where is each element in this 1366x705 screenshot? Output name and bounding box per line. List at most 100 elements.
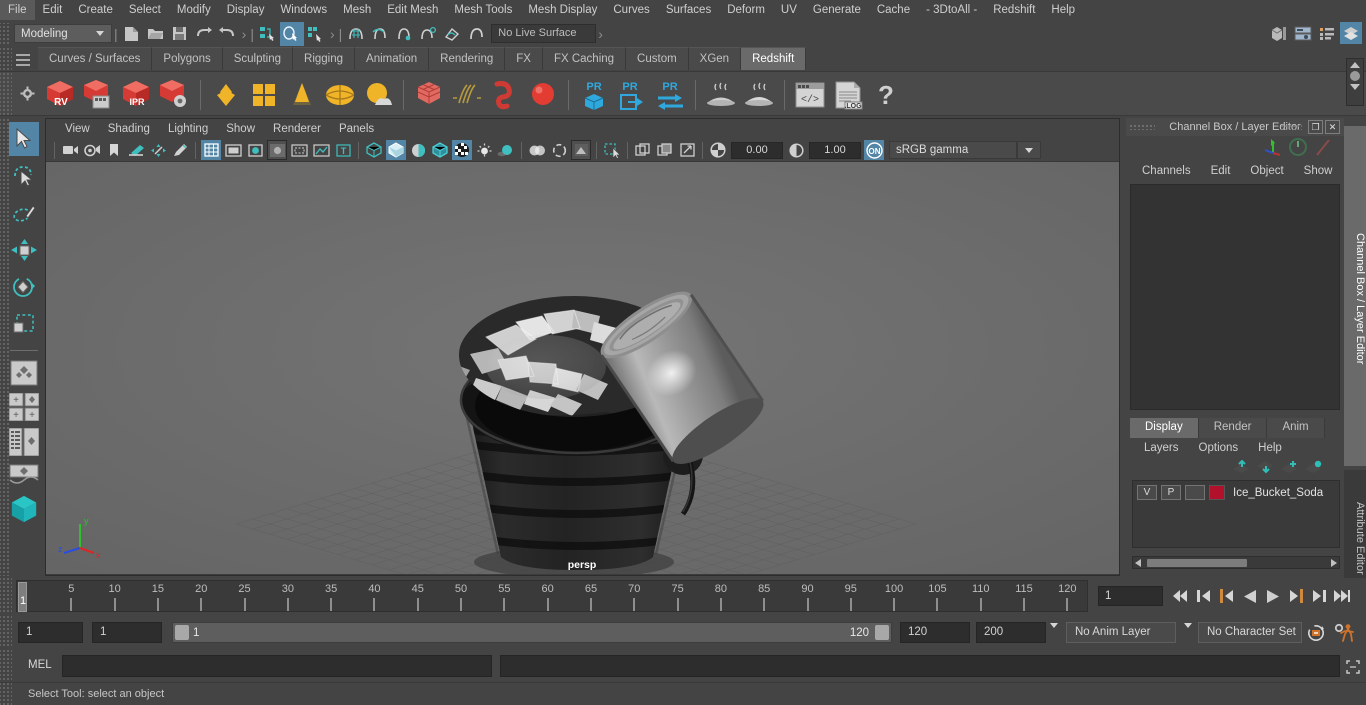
shelf-tab-fx-caching[interactable]: FX Caching <box>542 47 627 70</box>
gamma-field[interactable]: 1.00 <box>809 141 861 159</box>
layer-tab-anim[interactable]: Anim <box>1267 418 1325 438</box>
step-back-key-icon[interactable] <box>1218 586 1236 606</box>
playback-end-field[interactable]: 120 <box>900 622 970 643</box>
redshift-render-sequence-icon[interactable] <box>80 75 118 115</box>
outliner-persp-layout[interactable] <box>9 426 39 458</box>
viewport-menu-show[interactable]: Show <box>217 123 264 135</box>
shaded-wireframe-icon[interactable] <box>430 140 450 160</box>
character-set-selector[interactable]: No Character Set <box>1198 622 1302 643</box>
snap-to-grid-icon[interactable] <box>344 22 368 46</box>
close-icon[interactable]: ✕ <box>1325 120 1340 134</box>
layer-list-scrollbar[interactable] <box>1132 556 1340 569</box>
range-left-handle[interactable] <box>175 625 189 640</box>
command-output[interactable] <box>500 655 1340 677</box>
layer-visibility-toggle[interactable]: V <box>1137 485 1157 500</box>
expand-script-editor-icon[interactable] <box>1346 660 1360 677</box>
playback-start-field[interactable]: 1 <box>92 622 162 643</box>
shelf-tab-animation[interactable]: Animation <box>355 47 430 70</box>
character-set-chevron-down-icon[interactable] <box>1184 623 1192 640</box>
panel-vertical-scroller[interactable] <box>1346 58 1364 106</box>
auto-keyframe-icon[interactable] <box>1306 624 1326 645</box>
menu-generate[interactable]: Generate <box>805 0 869 20</box>
redshift-ipr-icon[interactable]: IPR <box>118 75 156 115</box>
layer-shading-toggle[interactable] <box>1185 485 1205 500</box>
select-by-object-type-icon[interactable] <box>279 21 304 46</box>
vertical-tab-channel-box[interactable]: Channel Box / Layer Editor <box>1344 126 1366 466</box>
snap-to-point-icon[interactable] <box>392 22 416 46</box>
menu-surfaces[interactable]: Surfaces <box>658 0 719 20</box>
animation-start-field[interactable]: 1 <box>18 622 83 643</box>
menu-redshift[interactable]: Redshift <box>985 0 1043 20</box>
menu-cache[interactable]: Cache <box>869 0 918 20</box>
diagonal-marker-icon[interactable] <box>1314 137 1332 160</box>
select-camera-icon[interactable] <box>60 140 80 160</box>
safe-title-icon[interactable]: T <box>333 140 353 160</box>
layer-playback-toggle[interactable]: P <box>1161 485 1181 500</box>
four-view-layout[interactable]: + + + <box>9 392 39 422</box>
shelf-tab-polygons[interactable]: Polygons <box>152 47 223 70</box>
range-slider-grip[interactable] <box>0 616 12 648</box>
menu-set-selector[interactable]: Modeling <box>14 24 112 43</box>
xray-icon[interactable] <box>633 140 653 160</box>
multisample-icon[interactable] <box>571 140 591 160</box>
shelf-tab-curves-surfaces[interactable]: Curves / Surfaces <box>38 47 153 70</box>
go-to-start-icon[interactable] <box>1172 586 1190 606</box>
quick-axis-icon[interactable] <box>1262 137 1284 160</box>
safe-action-icon[interactable] <box>311 140 331 160</box>
menu-windows[interactable]: Windows <box>272 0 335 20</box>
show-hide-attribute-editor-icon[interactable] <box>1292 22 1314 44</box>
show-hide-modeling-toolkit-icon[interactable] <box>1268 22 1290 44</box>
open-scene-icon[interactable] <box>144 22 168 46</box>
show-hide-channel-box-icon[interactable] <box>1340 22 1362 44</box>
save-scene-icon[interactable] <box>168 22 192 46</box>
redshift-script-editor-icon[interactable]: </> <box>791 75 829 115</box>
menu-help[interactable]: Help <box>1043 0 1083 20</box>
smooth-shade-icon[interactable] <box>386 140 406 160</box>
shelf-tab-xgen[interactable]: XGen <box>688 47 742 70</box>
redshift-area-light-icon[interactable] <box>245 75 283 115</box>
ambient-occlusion-icon[interactable] <box>527 140 547 160</box>
snap-to-curve-icon[interactable] <box>368 22 392 46</box>
undo-icon[interactable] <box>192 22 216 46</box>
snap-to-view-plane-icon[interactable] <box>440 22 464 46</box>
step-forward-key-icon[interactable] <box>1287 586 1305 606</box>
film-gate-icon[interactable] <box>223 140 243 160</box>
viewport-3d-canvas[interactable]: persp y x z <box>46 162 1119 574</box>
layer-menu-help[interactable]: Help <box>1248 442 1292 454</box>
select-tool[interactable] <box>9 122 39 156</box>
animation-preferences-icon[interactable] <box>1334 623 1356 646</box>
shelf-tab-rendering[interactable]: Rendering <box>429 47 506 70</box>
menu-create[interactable]: Create <box>70 0 121 20</box>
command-language-label[interactable]: MEL <box>28 659 52 671</box>
select-by-component-type-icon[interactable] <box>304 22 328 46</box>
help-line-grip[interactable] <box>0 683 12 705</box>
create-layer-from-selected-icon[interactable] <box>1304 460 1322 477</box>
play-backwards-icon[interactable] <box>1241 586 1259 606</box>
scroll-right-icon[interactable] <box>1331 558 1337 567</box>
viewport-menu-panels[interactable]: Panels <box>330 123 383 135</box>
lasso-select-tool[interactable] <box>9 159 39 193</box>
anim-layer-chevron-down-icon[interactable] <box>1050 623 1058 640</box>
redshift-render-settings-icon[interactable] <box>156 75 194 115</box>
channel-menu-edit[interactable]: Edit <box>1201 165 1241 177</box>
redshift-ies-light-icon[interactable] <box>283 75 321 115</box>
camera-attributes-icon[interactable] <box>82 140 102 160</box>
channel-box-content[interactable] <box>1130 184 1340 410</box>
scale-tool[interactable] <box>9 307 39 341</box>
select-by-hierarchy-icon[interactable] <box>256 22 280 46</box>
shelf-row-grip[interactable] <box>0 72 12 117</box>
redshift-proxy-icon[interactable] <box>410 75 448 115</box>
go-to-end-icon[interactable] <box>1333 586 1351 606</box>
redshift-sphere-icon[interactable] <box>524 75 562 115</box>
flat-shade-icon[interactable] <box>408 140 428 160</box>
layer-list[interactable]: V P Ice_Bucket_Soda <box>1132 480 1340 548</box>
isolate-select-icon[interactable] <box>602 140 622 160</box>
xray-active-components-icon[interactable] <box>677 140 697 160</box>
grease-pencil-icon[interactable] <box>170 140 190 160</box>
redshift-physical-sun-icon[interactable] <box>359 75 397 115</box>
layer-row[interactable]: V P Ice_Bucket_Soda <box>1137 485 1335 500</box>
image-plane-icon[interactable] <box>126 140 146 160</box>
panel-grip-right[interactable] <box>1280 124 1302 130</box>
single-perspective-layout[interactable] <box>9 358 39 388</box>
redshift-bake-icon[interactable] <box>702 75 740 115</box>
